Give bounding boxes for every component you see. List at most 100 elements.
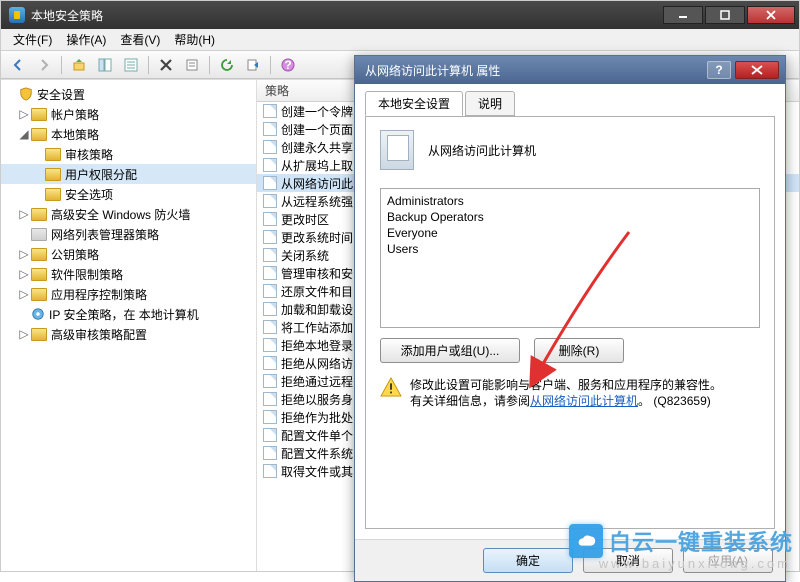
policy-name: 从网络访问此计算机: [428, 142, 536, 159]
policy-label: 加载和卸载设: [281, 301, 353, 318]
tree-label: 安全设置: [37, 86, 85, 103]
back-button[interactable]: [7, 54, 29, 76]
user-item[interactable]: Backup Operators: [387, 209, 753, 225]
dialog-close-button[interactable]: [735, 61, 779, 79]
tree-ipsec[interactable]: IP 安全策略，在 本地计算机: [1, 304, 256, 324]
folder-icon: [31, 128, 47, 141]
policy-icon: [380, 130, 414, 170]
chevron-right-icon[interactable]: ▷: [17, 267, 31, 281]
policy-label: 从网络访问此: [281, 175, 353, 192]
policy-icon: [263, 194, 277, 208]
policy-label: 从远程系统强: [281, 193, 353, 210]
policy-icon: [263, 464, 277, 478]
menu-help[interactable]: 帮助(H): [168, 29, 221, 50]
menu-action[interactable]: 操作(A): [60, 29, 112, 50]
dialog-help-button[interactable]: ?: [707, 61, 731, 79]
tree-netlist[interactable]: 网络列表管理器策略: [1, 224, 256, 244]
policy-icon: [263, 176, 277, 190]
policy-label: 创建永久共享: [281, 139, 353, 156]
policy-icon: [263, 212, 277, 226]
tree-sec-options[interactable]: 安全选项: [1, 184, 256, 204]
cancel-button[interactable]: 取消: [583, 548, 673, 573]
show-tree-button[interactable]: [94, 54, 116, 76]
chevron-right-icon[interactable]: ▷: [17, 207, 31, 221]
tree-advanced-audit[interactable]: ▷高级审核策略配置: [1, 324, 256, 344]
apply-button[interactable]: 应用(A): [683, 548, 773, 573]
policy-icon: [263, 428, 277, 442]
policy-label: 创建一个令牌: [281, 103, 353, 120]
svg-text:?: ?: [715, 64, 722, 76]
menu-file[interactable]: 文件(F): [7, 29, 58, 50]
policy-icon: [263, 446, 277, 460]
tab-local-security[interactable]: 本地安全设置: [365, 91, 463, 116]
export-button[interactable]: [242, 54, 264, 76]
compatibility-warning: 修改此设置可能影响与客户端、服务和应用程序的兼容性。 有关详细信息，请参阅从网络…: [380, 377, 760, 409]
shield-icon: [31, 307, 45, 321]
dialog-title: 从网络访问此计算机 属性: [365, 62, 707, 79]
user-item[interactable]: Administrators: [387, 193, 753, 209]
chevron-down-icon[interactable]: ◢: [17, 127, 31, 141]
policy-icon: [263, 284, 277, 298]
chevron-right-icon[interactable]: ▷: [17, 287, 31, 301]
tree-root[interactable]: 安全设置: [1, 84, 256, 104]
folder-icon: [45, 148, 61, 161]
chevron-right-icon[interactable]: ▷: [17, 107, 31, 121]
policy-label: 将工作站添加: [281, 319, 353, 336]
tree-account[interactable]: ▷帐户策略: [1, 104, 256, 124]
menu-view[interactable]: 查看(V): [114, 29, 166, 50]
tree-user-rights[interactable]: 用户权限分配: [1, 164, 256, 184]
window-title: 本地安全策略: [31, 7, 663, 24]
tree-software-restrict[interactable]: ▷软件限制策略: [1, 264, 256, 284]
folder-icon: [31, 248, 47, 261]
policy-label: 拒绝本地登录: [281, 337, 353, 354]
user-item[interactable]: Users: [387, 241, 753, 257]
policy-label: 还原文件和目: [281, 283, 353, 300]
policy-label: 拒绝从网络访: [281, 355, 353, 372]
policy-label: 从扩展坞上取: [281, 157, 353, 174]
policy-icon: [263, 266, 277, 280]
policy-icon: [263, 410, 277, 424]
show-list-button[interactable]: [120, 54, 142, 76]
policy-icon: [263, 122, 277, 136]
help-button[interactable]: ?: [277, 54, 299, 76]
tree-pubkey[interactable]: ▷公钥策略: [1, 244, 256, 264]
properties-button[interactable]: [181, 54, 203, 76]
tree-appctrl[interactable]: ▷应用程序控制策略: [1, 284, 256, 304]
delete-button[interactable]: [155, 54, 177, 76]
folder-icon: [31, 228, 47, 241]
folder-icon: [31, 328, 47, 341]
policy-icon: [263, 230, 277, 244]
warning-link[interactable]: 从网络访问此计算机: [530, 394, 638, 408]
policy-label: 更改时区: [281, 211, 329, 228]
policy-label: 更改系统时间: [281, 229, 353, 246]
chevron-right-icon[interactable]: ▷: [17, 247, 31, 261]
tree-local[interactable]: ◢本地策略: [1, 124, 256, 144]
tree-firewall[interactable]: ▷高级安全 Windows 防火墙: [1, 204, 256, 224]
policy-label: 拒绝作为批处: [281, 409, 353, 426]
policy-icon: [263, 392, 277, 406]
forward-button[interactable]: [33, 54, 55, 76]
policy-icon: [263, 104, 277, 118]
user-listbox[interactable]: AdministratorsBackup OperatorsEveryoneUs…: [380, 188, 760, 328]
tree-panel[interactable]: 安全设置 ▷帐户策略 ◢本地策略 审核策略 用户权限分配 安全选项 ▷高级安全 …: [1, 80, 257, 571]
folder-icon: [45, 188, 61, 201]
policy-label: 创建一个页面: [281, 121, 353, 138]
up-button[interactable]: [68, 54, 90, 76]
policy-icon: [263, 158, 277, 172]
policy-label: 拒绝以服务身: [281, 391, 353, 408]
ok-button[interactable]: 确定: [483, 548, 573, 573]
policy-icon: [263, 248, 277, 262]
tree-audit[interactable]: 审核策略: [1, 144, 256, 164]
close-button[interactable]: [747, 6, 795, 24]
chevron-right-icon[interactable]: ▷: [17, 327, 31, 341]
user-item[interactable]: Everyone: [387, 225, 753, 241]
remove-button[interactable]: 删除(R): [534, 338, 624, 363]
refresh-button[interactable]: [216, 54, 238, 76]
shield-icon: [19, 87, 33, 101]
dialog-titlebar[interactable]: 从网络访问此计算机 属性 ?: [355, 56, 785, 84]
minimize-button[interactable]: [663, 6, 703, 24]
tab-explain[interactable]: 说明: [465, 91, 515, 116]
maximize-button[interactable]: [705, 6, 745, 24]
add-user-button[interactable]: 添加用户或组(U)...: [380, 338, 520, 363]
policy-icon: [263, 356, 277, 370]
